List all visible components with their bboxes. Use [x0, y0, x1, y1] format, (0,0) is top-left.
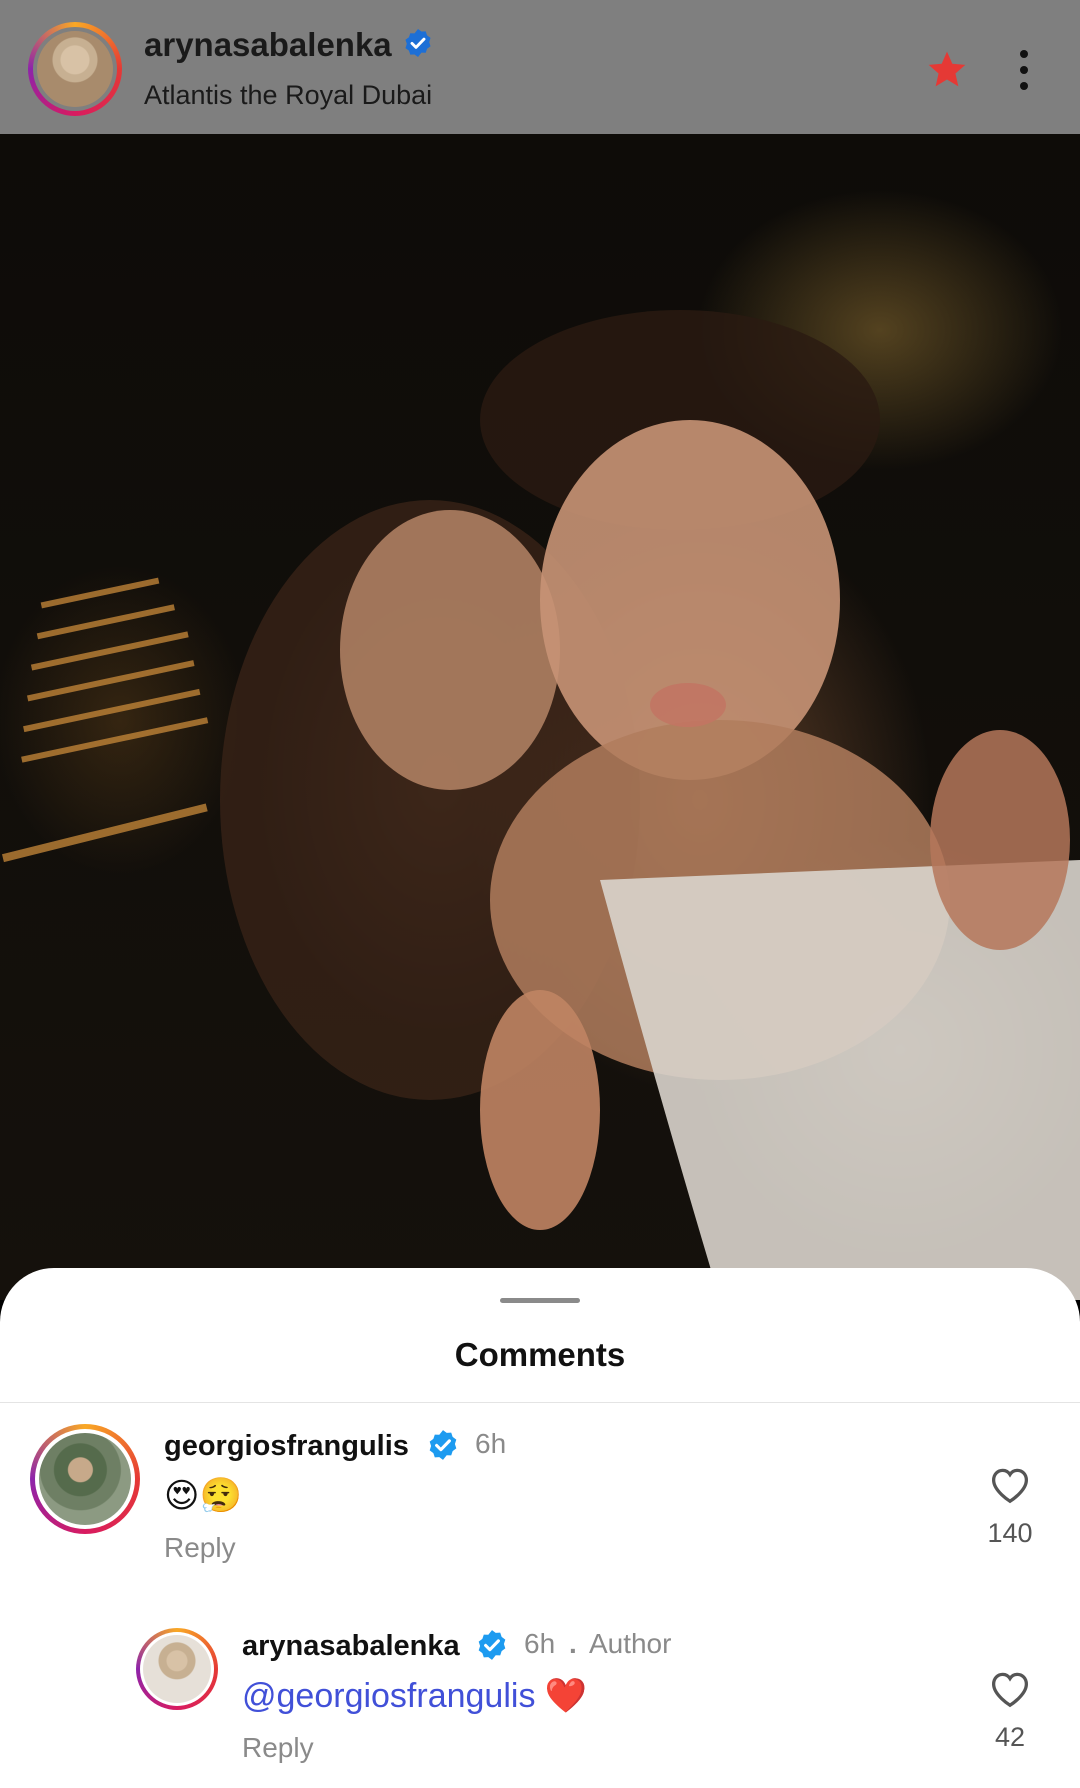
sheet-title: Comments [454, 1336, 626, 1373]
comment-avatar[interactable] [30, 1424, 140, 1534]
comment-text: 😍😮‍💨 [164, 1477, 242, 1515]
comment-time: 6h [475, 1428, 507, 1459]
heart-icon[interactable] [988, 1464, 1032, 1509]
divider [0, 1402, 1080, 1403]
star-icon[interactable] [925, 48, 969, 97]
reply-button[interactable]: Reply [164, 1532, 236, 1564]
separator-dot: . [568, 1628, 577, 1659]
post-username[interactable]: arynasabalenka [144, 26, 434, 67]
comments-sheet: Comments georgiosfrangulis 6h 😍😮‍💨 Reply… [0, 1268, 1080, 1788]
comment-username[interactable]: arynasabalenka [242, 1630, 460, 1663]
verified-badge-icon [402, 27, 434, 67]
heart-icon[interactable] [988, 1668, 1032, 1713]
verified-badge-icon [475, 1628, 509, 1667]
avatar-image [143, 1635, 211, 1703]
post-location[interactable]: Atlantis the Royal Dubai [144, 80, 432, 111]
comment-time: 6h . Author [524, 1628, 671, 1660]
post-photo[interactable] [0, 0, 1080, 1300]
sheet-drag-handle[interactable] [500, 1298, 580, 1303]
reply-button[interactable]: Reply [242, 1732, 314, 1764]
avatar-image [37, 31, 113, 107]
author-label: Author [588, 1628, 672, 1659]
avatar-image [39, 1433, 131, 1525]
post-header: arynasabalenka Atlantis the Royal Dubai [0, 0, 1080, 134]
comment-avatar[interactable] [136, 1628, 218, 1710]
like-count: 42 [994, 1722, 1026, 1752]
mention-link[interactable]: @georgiosfrangulis [242, 1677, 535, 1715]
like-count: 140 [987, 1518, 1033, 1548]
profile-avatar[interactable] [28, 22, 122, 116]
comment-text: @georgiosfrangulis ❤️ [242, 1676, 587, 1716]
comment-emoji: ❤️ [544, 1677, 588, 1715]
more-options-icon[interactable] [1016, 48, 1032, 97]
comment-time-value: 6h [524, 1628, 556, 1659]
verified-badge-icon [426, 1428, 460, 1467]
comment-username[interactable]: georgiosfrangulis [164, 1430, 409, 1463]
